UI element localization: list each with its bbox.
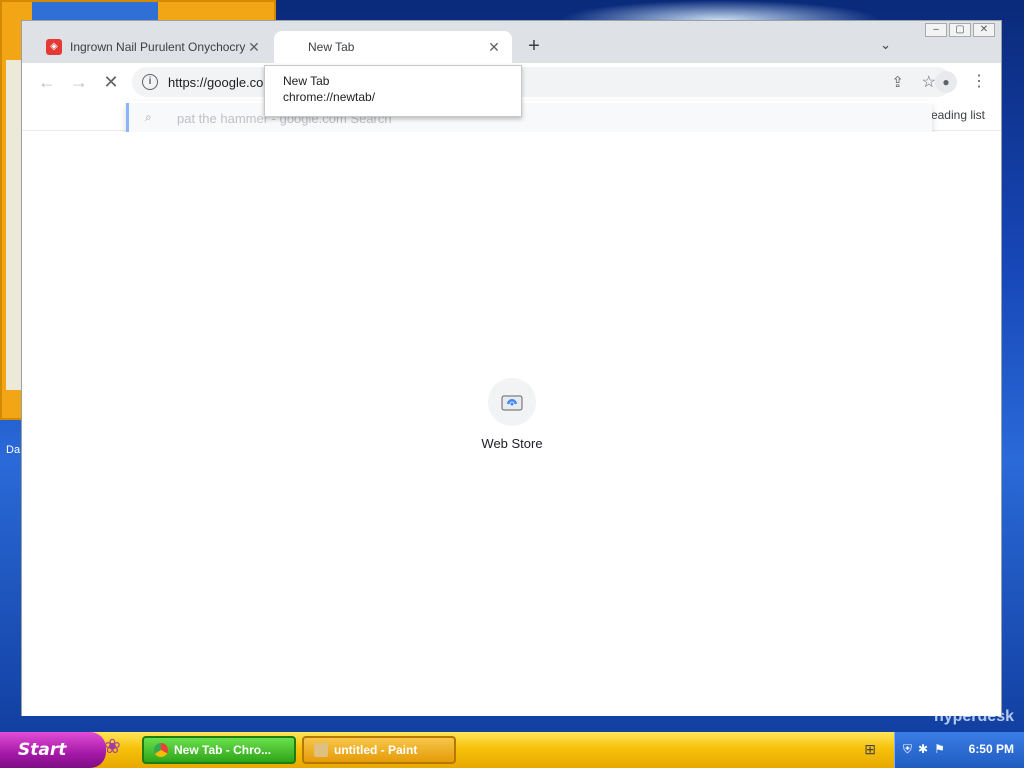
- tools-icon[interactable]: ✱: [918, 742, 928, 757]
- new-tab-page: Web Store: [22, 132, 1001, 716]
- omnibox-suggestion[interactable]: ⌕ pat the hammer - google.com Search: [126, 103, 932, 133]
- start-decoration-icon: ❀: [104, 736, 121, 758]
- taskbar: Start ❀ New Tab - Chro... untitled - Pai…: [0, 732, 1024, 768]
- flag-icon[interactable]: ⚑: [934, 742, 945, 757]
- search-icon: ⌕: [145, 110, 152, 124]
- taskbar-item-chrome[interactable]: New Tab - Chro...: [142, 736, 296, 764]
- info-icon[interactable]: i: [142, 74, 158, 90]
- taskbar-item-label: untitled - Paint: [334, 743, 418, 757]
- tab-hover-tooltip: New Tab chrome://newtab/: [264, 65, 522, 117]
- window-controls: – ▢ ✕: [925, 23, 995, 37]
- back-arrow-icon[interactable]: ←: [36, 71, 58, 93]
- clock[interactable]: 6:50 PM: [969, 742, 1014, 756]
- close-window-icon[interactable]: ✕: [973, 23, 995, 37]
- tooltip-url: chrome://newtab/: [283, 90, 376, 104]
- tab-new-tab[interactable]: New Tab ✕: [274, 31, 512, 63]
- share-icon[interactable]: ⇪: [891, 73, 904, 91]
- close-icon[interactable]: ✕: [486, 39, 502, 55]
- new-tab-button[interactable]: +: [522, 35, 546, 59]
- url-text[interactable]: https://google.co: [168, 75, 263, 90]
- tooltip-title: New Tab: [283, 74, 330, 88]
- maximize-icon[interactable]: ▢: [949, 23, 971, 37]
- stop-loading-icon[interactable]: ✕: [100, 71, 122, 93]
- tab-title: Ingrown Nail Purulent Onychocryptosis: [70, 40, 246, 54]
- web-store-icon: [488, 378, 536, 426]
- close-icon[interactable]: ✕: [246, 39, 262, 55]
- tab-ingrown-nail[interactable]: ◈ Ingrown Nail Purulent Onychocryptosis …: [36, 31, 272, 63]
- network-icon[interactable]: ⊞: [864, 741, 876, 758]
- red-brand-icon: ◈: [46, 39, 62, 55]
- tab-title: New Tab: [308, 40, 355, 54]
- taskbar-item-label: New Tab - Chro...: [174, 743, 272, 757]
- chevron-down-icon[interactable]: ⌄: [880, 37, 891, 53]
- chrome-icon: [154, 743, 168, 757]
- loading-icon: [284, 39, 300, 55]
- tray-icons: ⛨ ✱ ⚑: [903, 742, 945, 757]
- address-bar[interactable]: i https://google.co ⇪ ☆: [132, 67, 952, 97]
- profile-avatar-icon[interactable]: ●: [935, 71, 957, 93]
- bookmark-star-icon[interactable]: ☆: [922, 72, 936, 92]
- tab-strip: ◈ Ingrown Nail Purulent Onychocryptosis …: [22, 21, 1001, 63]
- shortcut-label: Web Store: [481, 436, 543, 451]
- start-button[interactable]: Start: [0, 732, 106, 768]
- system-tray: ⛨ ✱ ⚑ 6:50 PM: [894, 732, 1024, 768]
- shortcut-web-store[interactable]: Web Store: [468, 378, 556, 451]
- shield-icon[interactable]: ⛨: [903, 742, 912, 757]
- minimize-icon[interactable]: –: [925, 23, 947, 37]
- kebab-menu-icon[interactable]: ⋮: [971, 71, 987, 93]
- paint-icon: [314, 743, 328, 757]
- forward-arrow-icon[interactable]: →: [68, 71, 90, 93]
- chrome-window: ◈ Ingrown Nail Purulent Onychocryptosis …: [21, 20, 1002, 716]
- desktop-icon-label[interactable]: Da: [6, 444, 20, 456]
- taskbar-item-paint[interactable]: untitled - Paint: [302, 736, 456, 764]
